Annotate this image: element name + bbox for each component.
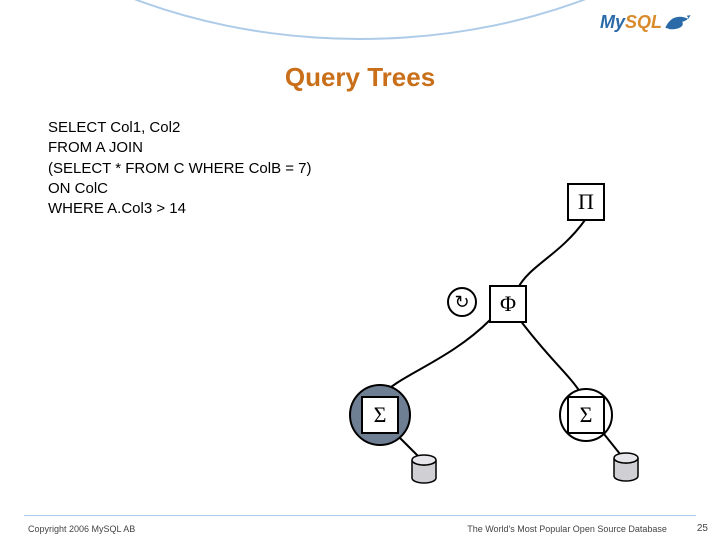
sql-line: (SELECT * FROM C WHERE ColB = 7) <box>48 159 312 179</box>
footer: Copyright 2006 MySQL AB The World's Most… <box>28 523 708 534</box>
footer-divider <box>24 515 696 516</box>
dolphin-icon <box>664 12 692 32</box>
edge-sigma-right-cyl <box>604 434 620 454</box>
sql-line: WHERE A.Col3 > 14 <box>48 199 312 219</box>
logo-part-sql: SQL <box>625 12 662 33</box>
copyright-text: Copyright 2006 MySQL AB <box>28 524 135 534</box>
edge-pi-phi <box>518 220 585 288</box>
page-number: 25 <box>697 523 708 534</box>
storage-cylinder-right <box>614 453 638 481</box>
tagline-text: The World's Most Popular Open Source Dat… <box>467 524 667 534</box>
edge-sigma-left-cyl <box>400 438 418 456</box>
slide-title: Query Trees <box>0 62 720 93</box>
query-tree-diagram: Π ↻ Φ Σ Σ <box>300 160 680 490</box>
logo-part-my: My <box>600 12 625 33</box>
sql-line: ON ColC <box>48 179 312 199</box>
mysql-logo: My SQL <box>600 12 692 33</box>
sql-line: FROM A JOIN <box>48 138 312 158</box>
storage-cylinder-left <box>412 455 436 483</box>
sigma-left-symbol: Σ <box>374 402 387 427</box>
refresh-icon: ↻ <box>454 292 469 312</box>
edge-phi-sigma-right <box>520 320 582 395</box>
project-symbol: Π <box>578 189 594 214</box>
sql-line: SELECT Col1, Col2 <box>48 118 312 138</box>
filter-symbol: Φ <box>500 291 516 316</box>
edge-phi-sigma-left <box>382 320 490 395</box>
sql-query-block: SELECT Col1, Col2 FROM A JOIN (SELECT * … <box>48 118 312 219</box>
sigma-right-symbol: Σ <box>580 402 593 427</box>
